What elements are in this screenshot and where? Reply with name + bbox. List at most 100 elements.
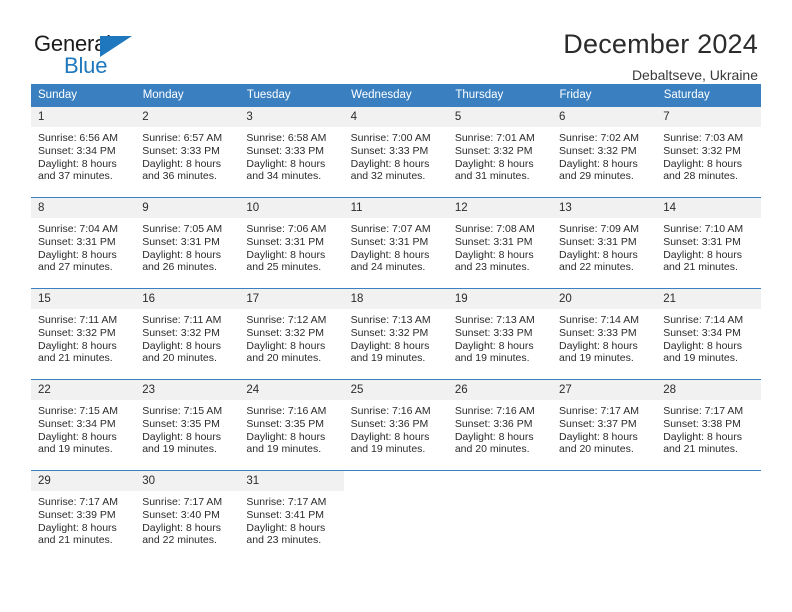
day-sun-info: Sunrise: 7:08 AM Sunset: 3:31 PM Daylight:… bbox=[448, 218, 552, 274]
calendar-day-cell[interactable]: 8 Sunrise: 7:04 AM Sunset: 3:31 PM Daylight… bbox=[31, 197, 136, 289]
calendar-day-cell[interactable]: 25 Sunrise: 7:16 AM Sunset: 3:36 PM Dayligh… bbox=[343, 379, 448, 471]
day-sun-info: Sunrise: 7:17 AM Sunset: 3:40 PM Daylight:… bbox=[135, 491, 239, 547]
day-info-daylight-line2: and 19 minutes. bbox=[663, 352, 738, 365]
day-sun-info: Sunrise: 6:57 AM Sunset: 3:33 PM Daylight:… bbox=[135, 127, 239, 183]
day-number: 19 bbox=[447, 289, 553, 309]
day-info-daylight-line2: and 22 minutes. bbox=[142, 534, 217, 547]
calendar-day-cell[interactable]: 24 Sunrise: 7:16 AM Sunset: 3:35 PM Dayligh… bbox=[239, 379, 344, 471]
day-info-daylight-line2: and 26 minutes. bbox=[142, 261, 217, 274]
day-info-sunset: Sunset: 3:35 PM bbox=[142, 417, 220, 430]
day-info-daylight-line1: Daylight: 8 hours bbox=[246, 339, 326, 352]
day-info-daylight-line2: and 19 minutes. bbox=[454, 352, 530, 365]
calendar-day-cell[interactable]: 27 Sunrise: 7:17 AM Sunset: 3:37 PM Dayligh… bbox=[552, 379, 657, 471]
calendar-day-cell[interactable]: 7 Sunrise: 7:03 AM Sunset: 3:32 PM Daylight… bbox=[656, 106, 761, 198]
calendar-day-cell[interactable]: 1 Sunrise: 6:56 AM Sunset: 3:34 PM Daylight… bbox=[31, 106, 136, 198]
day-sun-info bbox=[344, 491, 448, 496]
calendar-day-cell[interactable]: 3 Sunrise: 6:58 AM Sunset: 3:33 PM Daylight… bbox=[239, 106, 344, 198]
day-number: 1 bbox=[31, 107, 136, 127]
day-info-daylight-line1: Daylight: 8 hours bbox=[142, 521, 221, 534]
day-info-sunset: Sunset: 3:33 PM bbox=[350, 144, 429, 157]
day-number: 14 bbox=[656, 198, 761, 218]
calendar-day-cell[interactable]: 16 Sunrise: 7:11 AM Sunset: 3:32 PM Dayligh… bbox=[135, 288, 240, 380]
calendar-day-cell[interactable]: 30 Sunrise: 7:17 AM Sunset: 3:40 PM Dayligh… bbox=[135, 470, 240, 561]
day-cell-inner: 4 Sunrise: 7:00 AM Sunset: 3:33 PM Daylight… bbox=[343, 107, 448, 197]
calendar-day-cell[interactable]: 2 Sunrise: 6:57 AM Sunset: 3:33 PM Daylight… bbox=[135, 106, 240, 198]
day-sun-info: Sunrise: 7:13 AM Sunset: 3:32 PM Daylight:… bbox=[344, 309, 448, 365]
day-info-sunrise: Sunrise: 7:16 AM bbox=[350, 405, 431, 417]
calendar-day-cell[interactable]: 14 Sunrise: 7:10 AM Sunset: 3:31 PM Dayligh… bbox=[656, 197, 761, 289]
day-info-daylight-line2: and 19 minutes. bbox=[350, 352, 426, 365]
day-cell-inner bbox=[343, 471, 448, 561]
day-number: 25 bbox=[343, 380, 448, 400]
calendar-body: 1 Sunrise: 6:56 AM Sunset: 3:34 PM Daylight… bbox=[31, 106, 761, 561]
day-number: 27 bbox=[552, 380, 657, 400]
calendar-day-cell[interactable]: 23 Sunrise: 7:15 AM Sunset: 3:35 PM Dayligh… bbox=[135, 379, 240, 471]
day-number: 20 bbox=[552, 289, 657, 309]
day-info-sunrise: Sunrise: 7:09 AM bbox=[559, 223, 639, 235]
calendar-day-cell[interactable]: 15 Sunrise: 7:11 AM Sunset: 3:32 PM Dayligh… bbox=[31, 288, 136, 380]
calendar-day-cell bbox=[343, 470, 448, 561]
day-info-daylight-line1: Daylight: 8 hours bbox=[663, 248, 743, 261]
calendar-day-cell[interactable]: 28 Sunrise: 7:17 AM Sunset: 3:38 PM Dayligh… bbox=[656, 379, 761, 471]
calendar-day-cell[interactable]: 10 Sunrise: 7:06 AM Sunset: 3:31 PM Dayligh… bbox=[239, 197, 344, 289]
calendar-day-cell[interactable]: 4 Sunrise: 7:00 AM Sunset: 3:33 PM Daylight… bbox=[343, 106, 448, 198]
calendar-day-cell[interactable]: 29 Sunrise: 7:17 AM Sunset: 3:39 PM Dayligh… bbox=[31, 470, 136, 561]
day-info-sunset: Sunset: 3:33 PM bbox=[142, 144, 220, 157]
day-cell-inner: 13 Sunrise: 7:09 AM Sunset: 3:31 PM Dayligh… bbox=[552, 198, 657, 288]
day-info-sunrise: Sunrise: 7:11 AM bbox=[142, 314, 222, 326]
day-sun-info: Sunrise: 7:10 AM Sunset: 3:31 PM Daylight:… bbox=[656, 218, 760, 274]
day-cell-inner: 24 Sunrise: 7:16 AM Sunset: 3:35 PM Dayligh… bbox=[239, 380, 344, 470]
day-cell-inner: 28 Sunrise: 7:17 AM Sunset: 3:38 PM Dayligh… bbox=[656, 380, 761, 470]
day-info-sunset: Sunset: 3:32 PM bbox=[142, 326, 220, 339]
day-info-daylight-line2: and 20 minutes. bbox=[246, 352, 322, 365]
day-info-daylight-line2: and 29 minutes. bbox=[559, 170, 634, 183]
day-info-sunrise: Sunrise: 7:14 AM bbox=[559, 314, 639, 326]
day-info-daylight-line2: and 32 minutes. bbox=[350, 170, 426, 183]
brand-logo[interactable]: General Blue bbox=[34, 28, 164, 80]
day-info-daylight-line2: and 20 minutes. bbox=[559, 443, 634, 456]
day-number: 12 bbox=[447, 198, 553, 218]
day-info-sunrise: Sunrise: 7:13 AM bbox=[350, 314, 431, 326]
day-number bbox=[552, 471, 657, 491]
day-info-daylight-line1: Daylight: 8 hours bbox=[246, 430, 326, 443]
day-info-sunset: Sunset: 3:40 PM bbox=[142, 508, 220, 521]
calendar-day-cell[interactable]: 12 Sunrise: 7:08 AM Sunset: 3:31 PM Dayligh… bbox=[447, 197, 553, 289]
day-info-sunrise: Sunrise: 7:05 AM bbox=[142, 223, 223, 235]
day-info-sunset: Sunset: 3:32 PM bbox=[454, 144, 533, 157]
calendar-day-cell[interactable]: 5 Sunrise: 7:01 AM Sunset: 3:32 PM Daylight… bbox=[447, 106, 553, 198]
day-info-sunrise: Sunrise: 6:58 AM bbox=[246, 132, 327, 144]
calendar-day-cell[interactable]: 13 Sunrise: 7:09 AM Sunset: 3:31 PM Dayligh… bbox=[552, 197, 657, 289]
calendar-day-cell[interactable]: 22 Sunrise: 7:15 AM Sunset: 3:34 PM Dayligh… bbox=[31, 379, 136, 471]
calendar-day-cell[interactable]: 19 Sunrise: 7:13 AM Sunset: 3:33 PM Dayligh… bbox=[447, 288, 553, 380]
day-number: 23 bbox=[135, 380, 240, 400]
calendar-day-cell[interactable]: 21 Sunrise: 7:14 AM Sunset: 3:34 PM Dayligh… bbox=[656, 288, 761, 380]
day-info-daylight-line1: Daylight: 8 hours bbox=[663, 430, 743, 443]
day-number: 16 bbox=[135, 289, 240, 309]
day-info-sunrise: Sunrise: 7:15 AM bbox=[38, 405, 118, 417]
calendar-day-cell[interactable]: 11 Sunrise: 7:07 AM Sunset: 3:31 PM Dayligh… bbox=[343, 197, 448, 289]
calendar-day-cell[interactable]: 9 Sunrise: 7:05 AM Sunset: 3:31 PM Daylight… bbox=[135, 197, 240, 289]
day-number: 29 bbox=[31, 471, 136, 491]
day-cell-inner: 7 Sunrise: 7:03 AM Sunset: 3:32 PM Daylight… bbox=[656, 107, 761, 197]
day-info-daylight-line1: Daylight: 8 hours bbox=[350, 339, 430, 352]
day-info-daylight-line1: Daylight: 8 hours bbox=[246, 157, 326, 170]
day-cell-inner: 31 Sunrise: 7:17 AM Sunset: 3:41 PM Dayligh… bbox=[239, 471, 344, 561]
page-header: General Blue December 2024 Debaltseve, U… bbox=[0, 0, 792, 83]
day-number: 3 bbox=[239, 107, 344, 127]
weekday-header-sunday: Sunday bbox=[31, 84, 136, 107]
calendar-week-row: 29 Sunrise: 7:17 AM Sunset: 3:39 PM Dayligh… bbox=[31, 470, 761, 561]
calendar-day-cell[interactable]: 31 Sunrise: 7:17 AM Sunset: 3:41 PM Dayligh… bbox=[239, 470, 344, 561]
calendar-day-cell[interactable]: 17 Sunrise: 7:12 AM Sunset: 3:32 PM Dayligh… bbox=[239, 288, 344, 380]
calendar-day-cell[interactable]: 18 Sunrise: 7:13 AM Sunset: 3:32 PM Dayligh… bbox=[343, 288, 448, 380]
calendar-week-row: 8 Sunrise: 7:04 AM Sunset: 3:31 PM Daylight… bbox=[31, 197, 761, 289]
day-cell-inner: 27 Sunrise: 7:17 AM Sunset: 3:37 PM Dayligh… bbox=[552, 380, 657, 470]
calendar-day-cell[interactable]: 26 Sunrise: 7:16 AM Sunset: 3:36 PM Dayligh… bbox=[447, 379, 553, 471]
day-info-daylight-line1: Daylight: 8 hours bbox=[142, 339, 221, 352]
day-info-sunset: Sunset: 3:32 PM bbox=[350, 326, 429, 339]
calendar-day-cell[interactable]: 20 Sunrise: 7:14 AM Sunset: 3:33 PM Dayligh… bbox=[552, 288, 657, 380]
day-number: 7 bbox=[656, 107, 761, 127]
calendar-day-cell[interactable]: 6 Sunrise: 7:02 AM Sunset: 3:32 PM Daylight… bbox=[552, 106, 657, 198]
day-cell-inner: 19 Sunrise: 7:13 AM Sunset: 3:33 PM Dayligh… bbox=[447, 289, 553, 379]
day-cell-inner: 30 Sunrise: 7:17 AM Sunset: 3:40 PM Dayligh… bbox=[135, 471, 240, 561]
day-sun-info: Sunrise: 7:16 AM Sunset: 3:35 PM Daylight:… bbox=[239, 400, 343, 456]
